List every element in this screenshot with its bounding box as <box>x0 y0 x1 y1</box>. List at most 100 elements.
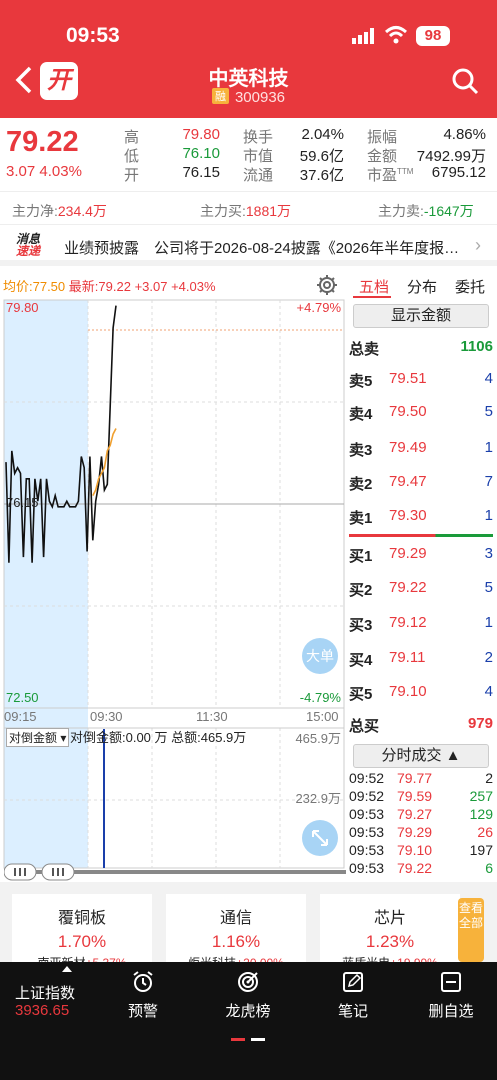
trade-row: 09:52 79.59 257 <box>349 788 493 804</box>
bid-row[interactable]: 买1 79.29 3 <box>349 545 493 565</box>
alarm-clock-icon <box>133 971 153 992</box>
bid-row[interactable]: 买2 79.22 5 <box>349 579 493 599</box>
tab-distribution[interactable]: 分布 <box>407 276 437 297</box>
bottom-price-label: 72.50 <box>6 690 39 705</box>
high-value: 79.80 <box>182 126 220 143</box>
ask-row[interactable]: 卖3 79.49 1 <box>349 439 493 459</box>
chart-scrollbar[interactable] <box>3 862 346 882</box>
ask-row[interactable]: 卖4 79.50 5 <box>349 403 493 423</box>
mid-price-label: 76.15 <box>6 495 39 510</box>
sub-mid-label: 232.9万 <box>295 791 341 806</box>
news-category: 业绩预披露 <box>64 240 140 257</box>
bid-row[interactable]: 买3 79.12 1 <box>349 614 493 634</box>
bid-row[interactable]: 买4 79.11 2 <box>349 649 493 669</box>
low-label: 低 <box>124 148 140 165</box>
top-price-label: 79.80 <box>6 300 39 315</box>
trade-row: 09:53 79.10 197 <box>349 842 493 858</box>
tab-dragon-tiger[interactable]: 龙虎榜 <box>213 970 283 1021</box>
index-value: 3936.65 <box>15 1002 70 1019</box>
trade-row: 09:52 79.77 2 <box>349 770 493 786</box>
time-label: 11:30 <box>196 709 228 724</box>
price-chart[interactable] <box>0 292 345 882</box>
main-force-sell: 主力卖:-1647万 <box>378 203 474 219</box>
amount-value: 7492.99万 <box>416 148 486 165</box>
news-logo: 消息 速递 <box>16 232 41 258</box>
main-force-buy: 主力买:1881万 <box>200 203 292 219</box>
ask-row[interactable]: 卖2 79.47 7 <box>349 473 493 493</box>
time-label: 09:30 <box>90 709 123 724</box>
trade-row: 09:53 79.22 6 <box>349 860 493 876</box>
tab-alert[interactable]: 预警 <box>108 970 178 1021</box>
float-cap-label: 流通 <box>243 167 274 184</box>
index-name: 上证指数 <box>15 985 76 1002</box>
low-value: 76.10 <box>182 145 220 162</box>
note-edit-icon <box>343 972 363 992</box>
top-pct-label: +4.79% <box>296 300 341 315</box>
market-cap-value: 59.6亿 <box>299 148 344 165</box>
stock-name: 中英科技 <box>208 68 289 90</box>
sub-indicator-info: 对倒金额:0.00 万 总额:465.9万 <box>70 730 247 745</box>
amount-label: 金额 <box>367 148 398 165</box>
pe-value: 6795.12 <box>431 164 486 181</box>
page-indicator <box>231 1038 265 1041</box>
search-icon[interactable] <box>451 67 479 95</box>
tab-remove-watchlist[interactable]: 删自选 <box>416 970 486 1021</box>
float-cap-value: 37.6亿 <box>299 167 344 184</box>
turnover-value: 2.04% <box>301 126 344 143</box>
wifi-icon <box>384 26 408 44</box>
sub-indicator-selector[interactable]: 对倒金额 ▾ <box>6 728 70 747</box>
total-buy-row: 总买 979 <box>349 715 493 735</box>
news-ticker[interactable]: 消息 速递 业绩预披露 公司将于2026-08-24披露《2026年半年度报告》 … <box>0 226 497 266</box>
current-price: 79.22 <box>6 126 79 158</box>
market-cap-label: 市值 <box>243 148 274 165</box>
buy-sell-ratio-bar <box>349 534 493 537</box>
ask-row[interactable]: 卖1 79.30 1 <box>349 507 493 527</box>
tab-five-levels[interactable]: 五档 <box>359 276 389 297</box>
tab-orders[interactable]: 委托 <box>455 276 485 297</box>
trade-row: 09:53 79.29 26 <box>349 824 493 840</box>
high-label: 高 <box>124 129 140 146</box>
main-force-net: 主力净:234.4万 <box>12 203 107 219</box>
quote-panel: 79.22 3.07 4.03% 高 79.80 低 76.10 开 76.15… <box>0 118 497 192</box>
chevron-right-icon: › <box>475 235 481 255</box>
bottom-tab-bar: 上证指数 3936.65 预警 龙虎榜 笔记 删自选 <box>0 962 497 1080</box>
price-change: 3.07 4.03% <box>6 163 82 180</box>
target-icon <box>238 972 258 992</box>
bid-row[interactable]: 买5 79.10 4 <box>349 683 493 703</box>
pre-market-shade <box>4 300 88 868</box>
sector-card[interactable]: 通信1.16% 炬光科技+20.00% <box>166 894 306 970</box>
margin-badge: 融 <box>211 88 229 104</box>
app-header: 09:53 98 开 中英科技 融 300936 <box>0 0 497 118</box>
order-book-panel: 五档 分布 委托 显示金额 总卖 1106 卖5 79.51 4 卖4 79.50 5 卖… <box>347 272 497 882</box>
news-text: 公司将于2026-08-24披露《2026年半年度报告》 <box>154 240 464 257</box>
intraday-trades-button[interactable]: 分时成交 ▲ <box>353 744 489 768</box>
trade-row: 09:53 79.27 129 <box>349 806 493 822</box>
sector-card[interactable]: 覆铜板1.70% 南亚新材+5.37% <box>12 894 152 970</box>
sector-card[interactable]: 芯片1.23% 蓝盾光电+19.99% <box>320 894 460 970</box>
tab-indicator <box>353 296 391 298</box>
stock-code: 300936 <box>234 89 286 106</box>
intraday-chart-area[interactable]: 均价:77.50 最新:79.22 +3.07 +4.03% 79.80 76.… <box>0 272 345 882</box>
turnover-label: 换手 <box>243 129 274 146</box>
tab-notes[interactable]: 笔记 <box>318 970 388 1021</box>
ask-row[interactable]: 卖5 79.51 4 <box>349 370 493 390</box>
open-label: 开 <box>124 167 140 184</box>
main-force-row[interactable]: 主力净:234.4万 主力买:1881万 主力卖:-1647万 <box>0 193 497 225</box>
stock-code-row: 融 300936 <box>0 88 497 106</box>
related-sectors: 覆铜板1.70% 南亚新材+5.37% 通信1.16% 炬光科技+20.00% … <box>0 882 497 970</box>
battery-indicator: 98 <box>416 26 450 46</box>
bottom-pct-label: -4.79% <box>299 690 341 705</box>
show-amount-button[interactable]: 显示金额 <box>353 304 489 328</box>
amplitude-label: 振幅 <box>367 129 398 146</box>
caret-up-icon <box>62 966 72 972</box>
sub-top-label: 465.9万 <box>295 731 341 746</box>
see-all-button[interactable]: 查看全部 <box>458 898 484 962</box>
remove-watchlist-icon <box>441 972 461 992</box>
time-label: 15:00 <box>306 709 339 724</box>
time-label: 09:15 <box>4 709 37 724</box>
big-order-button[interactable]: 大单 <box>302 638 338 674</box>
status-time: 09:53 <box>66 24 120 47</box>
amplitude-value: 4.86% <box>443 126 486 143</box>
open-value: 76.15 <box>182 164 220 181</box>
expand-icon[interactable] <box>302 820 338 856</box>
